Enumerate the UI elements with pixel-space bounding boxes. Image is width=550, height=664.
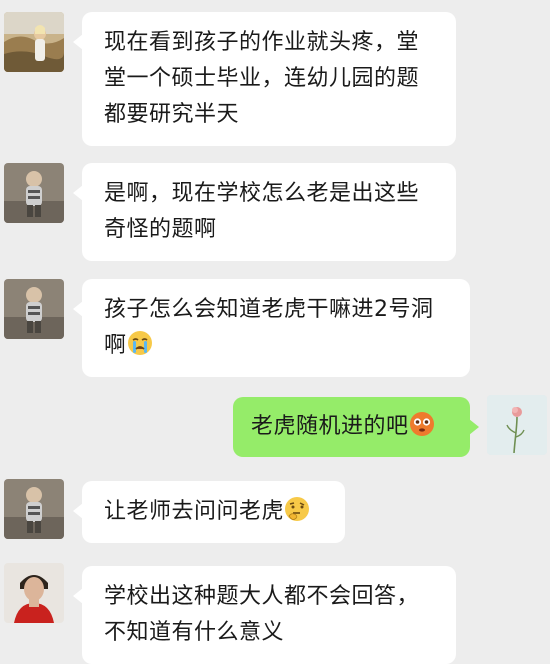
message-text: 孩子怎么会知道老虎干嘛进2号洞啊 xyxy=(104,297,434,358)
avatar-desert-photo-icon xyxy=(4,12,64,72)
avatar-child-photo-icon xyxy=(4,279,64,339)
avatar-man[interactable] xyxy=(4,563,64,623)
avatar-self-flower[interactable] xyxy=(487,395,547,455)
avatar-flower-photo-icon xyxy=(487,395,547,455)
avatar-child[interactable] xyxy=(4,163,64,223)
thinking-face-icon xyxy=(284,496,310,522)
avatar-person-desert[interactable] xyxy=(4,12,64,72)
message-text: 学校出这种题大人都不会回答，不知道有什么意义 xyxy=(104,584,420,645)
message-bubble-incoming[interactable]: 学校出这种题大人都不会回答，不知道有什么意义 xyxy=(73,566,456,664)
message-text: 现在看到孩子的作业就头疼，堂堂一个硕士毕业，连幼儿园的题都要研究半天 xyxy=(104,30,420,127)
avatar-child-photo-icon xyxy=(4,479,64,539)
avatar-man-photo-icon xyxy=(4,563,64,623)
avatar-child[interactable] xyxy=(4,479,64,539)
message-bubble-outgoing[interactable]: 老虎随机进的吧 xyxy=(233,397,479,457)
avatar-child-photo-icon xyxy=(4,163,64,223)
message-bubble-incoming[interactable]: 是啊，现在学校怎么老是出这些奇怪的题啊 xyxy=(73,163,456,261)
message-bubble-incoming[interactable]: 让老师去问问老虎 xyxy=(73,481,345,543)
crying-face-icon xyxy=(127,330,153,356)
message-bubble-incoming[interactable]: 现在看到孩子的作业就头疼，堂堂一个硕士毕业，连幼儿园的题都要研究半天 xyxy=(73,12,456,146)
message-text: 老虎随机进的吧 xyxy=(251,414,409,439)
flushed-face-icon xyxy=(409,411,435,437)
message-text: 让老师去问问老虎 xyxy=(104,499,285,524)
avatar-child[interactable] xyxy=(4,279,64,339)
message-bubble-incoming[interactable]: 孩子怎么会知道老虎干嘛进2号洞啊 xyxy=(73,279,470,377)
message-text: 是啊，现在学校怎么老是出这些奇怪的题啊 xyxy=(104,181,420,242)
